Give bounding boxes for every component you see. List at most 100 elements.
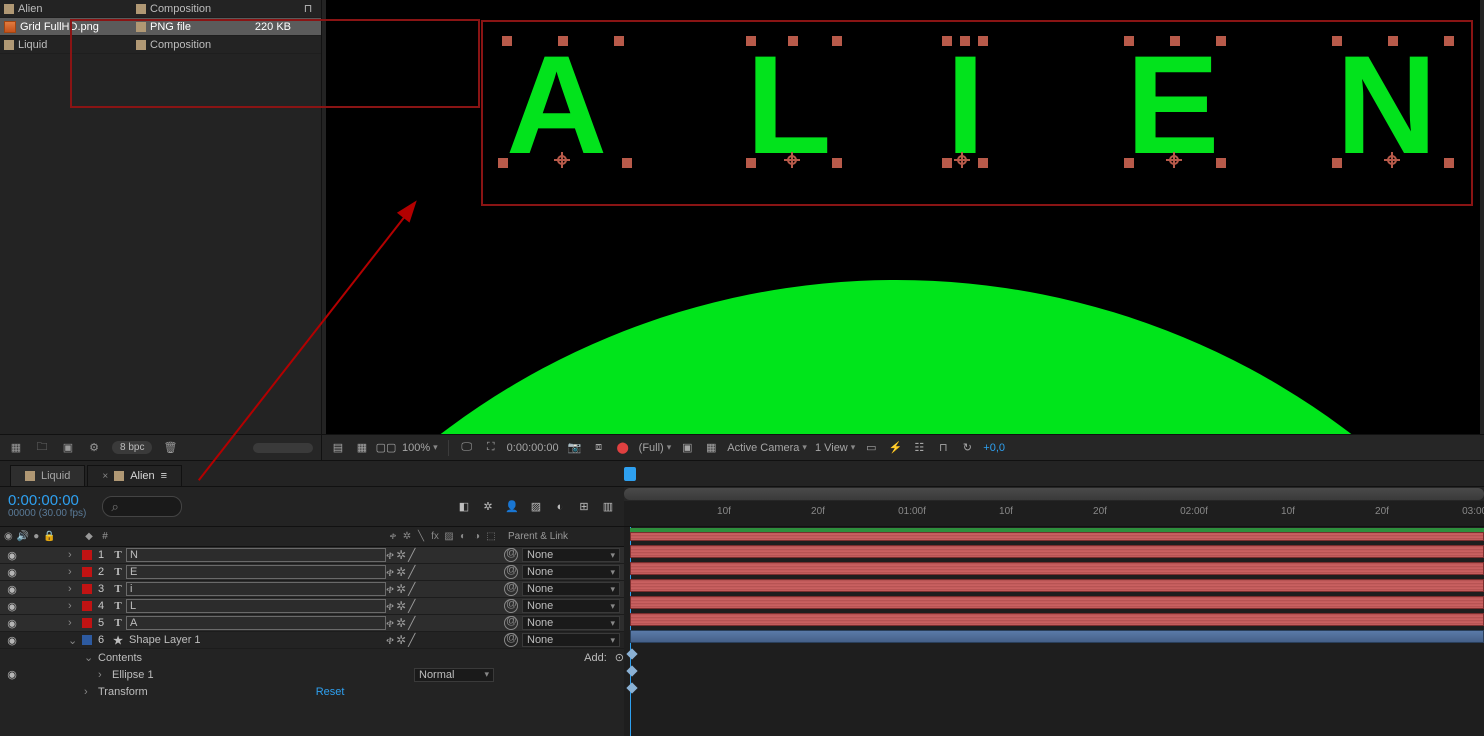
twirl-icon[interactable]: › [68,549,82,561]
layer-bar[interactable] [630,562,1484,575]
layer-name[interactable]: L [126,599,386,613]
camera-dropdown[interactable]: Active Camera▾ [727,442,807,454]
twirl-icon[interactable]: ⌄ [68,634,82,647]
visibility-toggle[interactable]: ◉ [4,634,20,647]
lock-column-icon[interactable]: 🔒 [43,531,55,542]
reset-link[interactable]: Reset [316,686,345,698]
twirl-icon[interactable]: ⌄ [84,651,98,664]
snapshot-icon[interactable]: 📷 [567,440,583,456]
adjustment-switch-icon[interactable]: ◑ [470,530,484,544]
anchor-point-icon[interactable] [784,152,800,168]
timeline-tracks[interactable] [624,527,1484,736]
label-color[interactable] [82,601,92,611]
selection-handle[interactable] [942,36,952,46]
label-color[interactable] [82,550,92,560]
selection-handle[interactable] [1216,158,1226,168]
pickwhip-icon[interactable] [504,633,518,647]
selection-handle[interactable] [1444,158,1454,168]
pickwhip-icon[interactable] [504,599,518,613]
render-icon[interactable]: ▥ [600,499,616,515]
resolution-dropdown[interactable]: (Full)▾ [639,442,672,454]
3d-switch-icon[interactable]: ⬚ [484,530,498,544]
shy-switch-icon[interactable]: ቀ [386,530,400,544]
layer-row-3[interactable]: ◉ › 3 T i ቀ✲╱ None▾ [0,581,624,598]
selection-handle[interactable] [788,36,798,46]
selection-handle[interactable] [1124,36,1134,46]
twirl-icon[interactable]: › [68,617,82,629]
parent-dropdown[interactable]: None▾ [522,548,620,562]
parent-dropdown[interactable]: None▾ [522,616,620,630]
layer-bar[interactable] [630,630,1484,643]
preview-time[interactable]: 0:00:00:00 [507,442,559,454]
frame-blend-switch-icon[interactable]: ▨ [442,530,456,544]
motion-blur-switch-icon[interactable]: ◐ [456,530,470,544]
fast-preview-icon[interactable]: ⚡ [887,440,903,456]
exposure-value[interactable]: +0,0 [983,442,1005,454]
current-time-indicator-head[interactable] [624,467,636,481]
motion-blur-icon[interactable]: ◐ [552,499,568,515]
layer-row-2[interactable]: ◉ › 2 T E ቀ✲╱ None▾ [0,564,624,581]
region-icon[interactable]: ⛶ [483,440,499,456]
pickwhip-icon[interactable] [504,548,518,562]
keyframe-icon[interactable] [626,648,637,659]
label-color[interactable] [82,635,92,645]
time-ruler[interactable]: 10f 20f 01:00f 10f 20f 02:00f 10f 20f 03… [624,487,1484,526]
quality-switch-icon[interactable]: ╲ [414,530,428,544]
label-color[interactable] [82,618,92,628]
anchor-point-icon[interactable] [1384,152,1400,168]
twirl-icon[interactable]: › [68,566,82,578]
selection-handle[interactable] [1216,36,1226,46]
selection-handle[interactable] [746,36,756,46]
blend-mode-dropdown[interactable]: Normal▾ [414,668,494,682]
layer-bar[interactable] [630,579,1484,592]
current-time[interactable]: 0:00:00:00 [8,494,86,508]
parent-dropdown[interactable]: None▾ [522,633,620,647]
pickwhip-icon[interactable] [504,616,518,630]
parent-dropdown[interactable]: None▾ [522,565,620,579]
selection-handle[interactable] [978,158,988,168]
contents-group[interactable]: ⌄ Contents Add: ⊙ [0,649,624,666]
time-navigator[interactable] [624,487,1484,501]
parent-dropdown[interactable]: None▾ [522,582,620,596]
audio-column-icon[interactable]: 🔊 [17,531,29,542]
add-button-icon[interactable]: ⊙ [615,651,624,664]
layer-name[interactable]: N [126,548,386,562]
mask-icon[interactable]: ▢▢ [378,440,394,456]
tab-alien[interactable]: ×Alien≡ [87,465,182,486]
project-scrollbar[interactable] [253,443,313,453]
anchor-point-icon[interactable] [554,152,570,168]
selection-handle[interactable] [1444,36,1454,46]
visibility-toggle[interactable]: ◉ [4,668,20,681]
project-item-alien[interactable]: Alien Composition ⊓ [0,0,321,18]
keyframe-icon[interactable] [626,665,637,676]
frame-blend-icon[interactable]: ▨ [528,499,544,515]
timeline-icon[interactable]: ☷ [911,440,927,456]
new-comp-icon[interactable]: ▣ [60,440,76,456]
new-folder-icon[interactable]: 🗀 [34,440,50,456]
close-icon[interactable]: × [102,471,108,482]
selection-handle[interactable] [746,158,756,168]
layer-name[interactable]: i [126,582,386,596]
visibility-toggle[interactable]: ◉ [4,600,20,613]
selection-handle[interactable] [1170,36,1180,46]
transform-group[interactable]: › Transform Reset [0,683,624,700]
zoom-dropdown[interactable]: 100%▾ [402,442,438,454]
comp-flowchart-icon[interactable]: ⊓ [935,440,951,456]
anchor-point-icon[interactable] [1166,152,1182,168]
selection-handle[interactable] [622,158,632,168]
bpc-toggle[interactable]: 8 bpc [112,441,152,454]
layer-row-5[interactable]: ◉ › 5 T A ቀ✲╱ None▾ [0,615,624,632]
visibility-toggle[interactable]: ◉ [4,617,20,630]
ellipse-group[interactable]: ◉ › Ellipse 1 Normal▾ [0,666,624,683]
layer-row-1[interactable]: ◉ › 1 T N ቀ✲╱ None▾ [0,547,624,564]
selection-handle[interactable] [498,158,508,168]
layer-bar[interactable] [630,545,1484,558]
solo-column-icon[interactable]: ● [33,531,39,542]
visibility-toggle[interactable]: ◉ [4,549,20,562]
layer-row-6[interactable]: ◉ ⌄ 6 ★ Shape Layer 1 ቀ✲╱ None▾ [0,632,624,649]
layer-name[interactable]: E [126,565,386,579]
visibility-toggle[interactable]: ◉ [4,566,20,579]
selection-handle[interactable] [502,36,512,46]
layer-name[interactable]: A [126,616,386,630]
interpret-footage-icon[interactable]: ▦ [8,440,24,456]
